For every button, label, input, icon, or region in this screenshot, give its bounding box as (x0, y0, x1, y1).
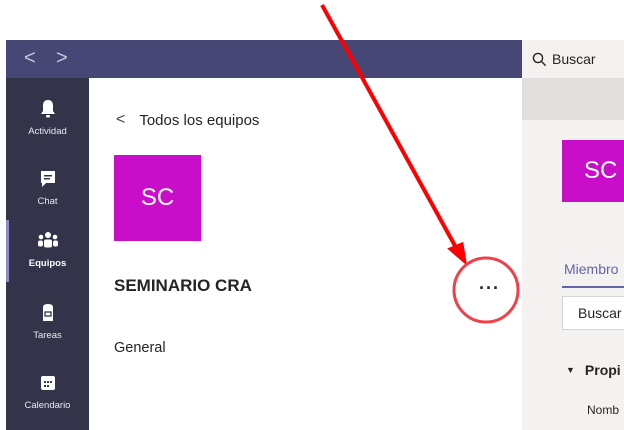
annotation-overlay (320, 4, 520, 324)
annotation-arrow-head (447, 241, 468, 266)
annotation-circle (452, 256, 520, 324)
annotation-arrow (320, 4, 461, 254)
